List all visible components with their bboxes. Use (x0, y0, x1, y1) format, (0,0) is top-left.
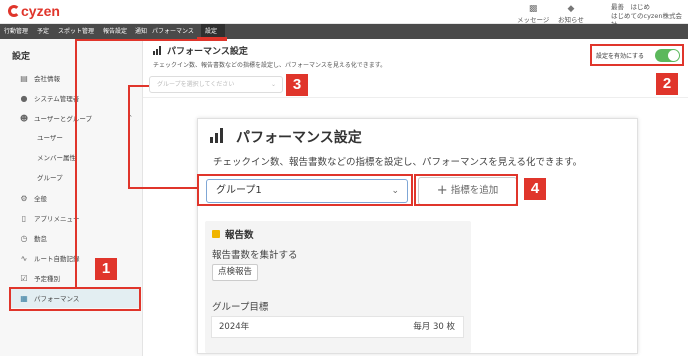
nav-notice[interactable]: 通知 (135, 24, 147, 39)
sidebar-title: 設定 (12, 52, 31, 62)
clock-icon: ◷ (20, 234, 28, 243)
report-tag: 点検報告 (212, 264, 259, 281)
logo-text: cyzen (21, 3, 60, 19)
enable-setting-toggle[interactable] (655, 49, 680, 62)
sidebar-item-label: ユーザー (37, 134, 63, 142)
chevron-down-icon: ⌄ (270, 81, 276, 88)
callout-line-1 (75, 39, 77, 287)
callout-badge-1: 1 (95, 258, 117, 280)
sidebar-item-groups[interactable]: グループ (0, 169, 143, 188)
callout-badge-2: 2 (656, 73, 678, 95)
top-bar: cyzen ▩ メッセージ ◆ お知らせ 最善 はじめ はじめてのcyzen株式… (0, 0, 688, 29)
goal-row[interactable]: 2024年 毎月 30 枚 (211, 316, 464, 338)
phone-icon: ▯ (21, 214, 27, 223)
group-select[interactable]: グループを選択してください ⌄ (149, 76, 283, 93)
bar-chart-icon (210, 128, 228, 143)
zoom-description: チェックイン数、報告書数などの指標を設定し、パフォーマンスを見える化できます。 (213, 157, 583, 168)
sidebar-item-company[interactable]: ▤ 会社情報 (0, 69, 143, 88)
bell-icon: ◆ (567, 4, 575, 14)
highlight-nav-settings (197, 37, 227, 41)
main-nav: 行動管理 予定 スポット管理 報告設定 通知 パフォーマンス 設定 (0, 24, 688, 39)
zoom-title-text: パフォーマンス設定 (236, 130, 362, 146)
sidebar-item-label: アプリメニュー (34, 215, 80, 223)
user-icon: ☻ (19, 114, 29, 123)
page-title-text: パフォーマンス設定 (167, 47, 248, 57)
sidebar-item-member-attrs[interactable]: メンバー属性 (0, 149, 143, 168)
sidebar-item-label: 全般 (34, 195, 47, 203)
enable-setting-box: 設定を有効にする (590, 44, 684, 66)
callout-badge-4: 4 (524, 178, 546, 200)
notice-label: お知らせ (558, 16, 584, 24)
goal-label: グループ目標 (212, 302, 269, 313)
cyzen-logo[interactable]: cyzen (8, 3, 60, 19)
building-icon: ▤ (20, 74, 28, 83)
user-name: 最善 はじめ (611, 3, 650, 11)
nav-spot[interactable]: スポット管理 (58, 24, 94, 39)
goal-value: 毎月 30 枚 (413, 322, 455, 332)
sidebar-item-users-groups[interactable]: ☻ ユーザーとグループ ⌃ (0, 109, 143, 128)
bar-chart-icon (153, 46, 163, 55)
notice-button[interactable]: ◆ お知らせ (558, 4, 584, 24)
sidebar-item-attendance[interactable]: ◷ 勤怠 (0, 229, 143, 248)
nav-report[interactable]: 報告設定 (103, 24, 127, 39)
sidebar-item-label: グループ (37, 174, 63, 182)
sidebar-item-label: 会社情報 (34, 75, 60, 83)
highlight-box-3 (197, 174, 413, 206)
callout-badge-3: 3 (286, 74, 308, 96)
callout-line-3 (128, 85, 130, 189)
gear-icon: ⚙ (20, 194, 28, 203)
zoom-title: パフォーマンス設定 (210, 127, 362, 147)
highlight-box-4 (414, 174, 518, 206)
nav-schedule[interactable]: 予定 (37, 24, 49, 39)
group-select-placeholder: グループを選択してください (157, 81, 235, 88)
nav-performance[interactable]: パフォーマンス (152, 24, 194, 39)
sidebar-item-label: メンバー属性 (37, 154, 76, 162)
callout-line-1b (75, 39, 200, 41)
chat-icon: ▩ (528, 4, 538, 14)
message-label: メッセージ (517, 16, 550, 24)
callout-line-3b (128, 187, 198, 189)
metric-description: 報告書数を集計する (212, 250, 298, 261)
toggle-knob (668, 50, 679, 61)
page-title: パフォーマンス設定 (153, 44, 248, 57)
metric-name: 報告数 (225, 230, 254, 241)
route-icon: ∿ (20, 254, 28, 263)
sidebar-item-label: システム管理者 (34, 95, 80, 103)
goal-year: 2024年 (219, 322, 250, 332)
calendar-check-icon: ☑ (20, 274, 28, 283)
sidebar-item-app-menu[interactable]: ▯ アプリメニュー (0, 209, 143, 228)
callout-line-3a (128, 85, 149, 87)
admin-icon: ● (20, 94, 28, 103)
color-swatch (212, 230, 220, 238)
nav-activity[interactable]: 行動管理 (4, 24, 28, 39)
metric-card[interactable]: 報告数 報告書数を集計する 点検報告 グループ目標 2024年 毎月 30 枚 (205, 221, 471, 353)
sidebar-item-route[interactable]: ∿ ルート自動記録 (0, 249, 143, 268)
message-button[interactable]: ▩ メッセージ (517, 4, 549, 24)
sidebar-item-schedule-type[interactable]: ☑ 予定種別 (0, 269, 143, 288)
sidebar-item-label: 予定種別 (34, 275, 60, 283)
zoom-panel: パフォーマンス設定 チェックイン数、報告書数などの指標を設定し、パフォーマンスを… (197, 118, 638, 354)
metric-card-title: 報告数 (212, 227, 254, 241)
highlight-box-1 (9, 287, 141, 311)
sidebar-item-label: ユーザーとグループ (34, 115, 92, 123)
page-description: チェックイン数、報告書数などの指標を設定し、パフォーマンスを見える化できます。 (153, 62, 387, 69)
sidebar-item-users[interactable]: ユーザー (0, 129, 143, 148)
divider (143, 97, 688, 98)
sidebar-item-label: 勤怠 (34, 235, 47, 243)
sidebar-item-general[interactable]: ⚙ 全般 (0, 189, 143, 208)
sidebar-item-admin[interactable]: ● システム管理者 (0, 89, 143, 108)
sidebar-item-label: ルート自動記録 (34, 255, 80, 263)
enable-setting-label: 設定を有効にする (596, 53, 645, 60)
